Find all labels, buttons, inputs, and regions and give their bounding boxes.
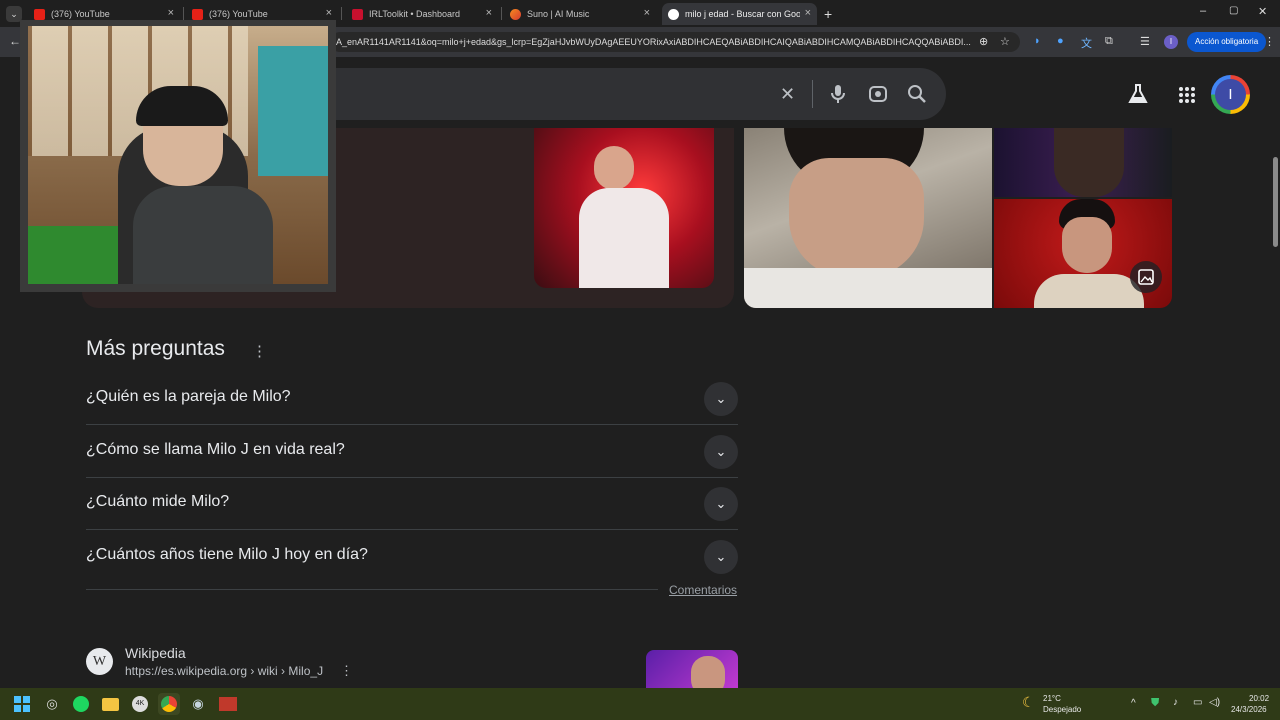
bookmark-star-icon[interactable]: ☆ [1000, 35, 1010, 48]
image-result-main[interactable] [744, 128, 992, 308]
tab-title: (376) YouTube [209, 9, 268, 19]
weather-description[interactable]: Despejado [1043, 705, 1081, 714]
image-search-icon[interactable] [1130, 261, 1162, 293]
suno-icon [510, 8, 521, 20]
weather-temperature[interactable]: 21°C [1043, 694, 1061, 703]
browser-profile-avatar[interactable]: I [1164, 35, 1178, 49]
question-item[interactable]: ¿Cuánto mide Milo? ⌄ [86, 477, 738, 530]
youtube-icon [192, 8, 203, 20]
question-text: ¿Quién es la pareja de Milo? [86, 388, 291, 405]
clock-date[interactable]: 24/3/2026 [1231, 705, 1267, 714]
question-item[interactable]: ¿Cuántos años tiene Milo J hoy en día? ⌄ [86, 530, 738, 583]
clock-time[interactable]: 20:02 [1249, 694, 1269, 703]
steam-icon[interactable]: ◉ [187, 693, 209, 715]
extension-1-icon[interactable]: ◗ [1034, 35, 1041, 47]
result-thumbnail[interactable] [646, 650, 738, 688]
feedback-link[interactable]: Comentarios [669, 583, 737, 597]
maximize-button[interactable]: ▢ [1229, 5, 1238, 16]
app-icon[interactable] [217, 693, 239, 715]
tray-overflow-icon[interactable]: ^ [1131, 698, 1136, 709]
tab-suno[interactable]: Suno | AI Music × [506, 3, 656, 25]
chevron-down-icon[interactable]: ⌄ [704, 487, 738, 521]
result-url[interactable]: https://es.wikipedia.org › wiki › Milo_J [125, 664, 323, 678]
close-window-button[interactable]: ✕ [1258, 5, 1267, 18]
tab-divider [341, 7, 342, 20]
result-site-name[interactable]: Wikipedia [125, 645, 186, 661]
action-required-button[interactable]: Acción obligatoria [1187, 32, 1267, 52]
extensions-puzzle-icon[interactable]: ⧉ [1105, 35, 1113, 48]
new-tab-button[interactable]: + [824, 6, 832, 22]
address-bar[interactable]: A_enAR1141AR1141&oq=milo+j+edad&gs_lcrp=… [330, 32, 1020, 52]
tab-title: milo j edad - Buscar con Google [685, 9, 800, 19]
tab-title: IRLToolkit • Dashboard [369, 9, 461, 19]
google-account-avatar[interactable]: I [1211, 75, 1250, 114]
tab-title: Suno | AI Music [527, 9, 590, 19]
youtube-icon [34, 8, 45, 20]
apps-grid-icon[interactable] [1178, 86, 1196, 109]
tab-divider [501, 7, 502, 20]
reading-list-icon[interactable]: ☰ [1140, 35, 1150, 48]
browser-menu-icon[interactable]: ⋮ [1264, 35, 1275, 48]
scrollbar[interactable] [1271, 57, 1280, 687]
tab-divider [183, 7, 184, 20]
spotify-icon[interactable] [70, 693, 92, 715]
close-tab-icon[interactable]: × [805, 7, 811, 19]
chevron-down-icon[interactable]: ⌄ [704, 382, 738, 416]
network-icon[interactable]: ▭ [1193, 697, 1202, 708]
question-text: ¿Cuánto mide Milo? [86, 493, 230, 510]
more-questions-heading: Más preguntas [86, 337, 225, 360]
tab-irltoolkit[interactable]: IRLToolkit • Dashboard × [348, 3, 498, 25]
labs-flask-icon[interactable] [1128, 83, 1148, 110]
wikipedia-logo: W [86, 648, 113, 675]
volume-icon[interactable]: ◁) [1209, 697, 1220, 708]
translate-icon[interactable]: 文 [1081, 35, 1092, 51]
zoom-icon[interactable]: ⊕ [979, 35, 988, 48]
divider [86, 589, 658, 590]
search-box[interactable] [330, 68, 946, 120]
account-initial: I [1215, 79, 1246, 110]
lens-icon[interactable] [868, 84, 888, 109]
app-icon[interactable]: ◎ [41, 693, 63, 715]
question-item[interactable]: ¿Quién es la pareja de Milo? ⌄ [86, 372, 738, 425]
irltoolkit-icon [352, 8, 363, 20]
chevron-down-icon[interactable]: ⌄ [704, 540, 738, 574]
search-icon[interactable] [907, 84, 927, 109]
scrollbar-thumb[interactable] [1273, 157, 1278, 247]
result-menu-icon[interactable]: ⋮ [340, 663, 353, 679]
question-item[interactable]: ¿Cómo se llama Milo J en vida real? ⌄ [86, 425, 738, 478]
close-tab-icon[interactable]: × [644, 7, 650, 19]
file-explorer-icon[interactable] [99, 693, 121, 715]
google-icon [668, 8, 679, 20]
security-icon[interactable]: ⛊ [1151, 697, 1159, 710]
minimize-button[interactable]: – [1200, 5, 1206, 17]
webcam-overlay [20, 20, 336, 292]
image-result-bottom-right[interactable] [994, 199, 1172, 308]
search-divider [812, 80, 813, 108]
weather-icon[interactable]: ☾ [1022, 694, 1035, 711]
close-tab-icon[interactable]: × [168, 7, 174, 19]
tab-title: (376) YouTube [51, 9, 110, 19]
question-text: ¿Cómo se llama Milo J en vida real? [86, 441, 345, 458]
image-result-top-right[interactable] [994, 128, 1172, 197]
chrome-icon[interactable] [158, 693, 180, 715]
windows-start-icon[interactable] [11, 693, 33, 715]
concert-photo[interactable] [534, 128, 714, 288]
more-questions-menu-icon[interactable]: ⋮ [252, 342, 267, 360]
microphone-tray-icon[interactable]: ♪ [1173, 697, 1178, 708]
clear-search-icon[interactable]: ✕ [780, 84, 795, 105]
extension-2-icon[interactable]: ● [1057, 35, 1064, 47]
chevron-down-icon[interactable]: ⌄ [704, 435, 738, 469]
close-tab-icon[interactable]: × [326, 7, 332, 19]
tab-google-search[interactable]: milo j edad - Buscar con Google × [662, 3, 817, 25]
mic-icon[interactable] [829, 84, 847, 109]
question-text: ¿Cuántos años tiene Milo J hoy en día? [86, 546, 368, 563]
close-tab-icon[interactable]: × [486, 7, 492, 19]
4k-app-icon[interactable]: 4K [129, 693, 151, 715]
